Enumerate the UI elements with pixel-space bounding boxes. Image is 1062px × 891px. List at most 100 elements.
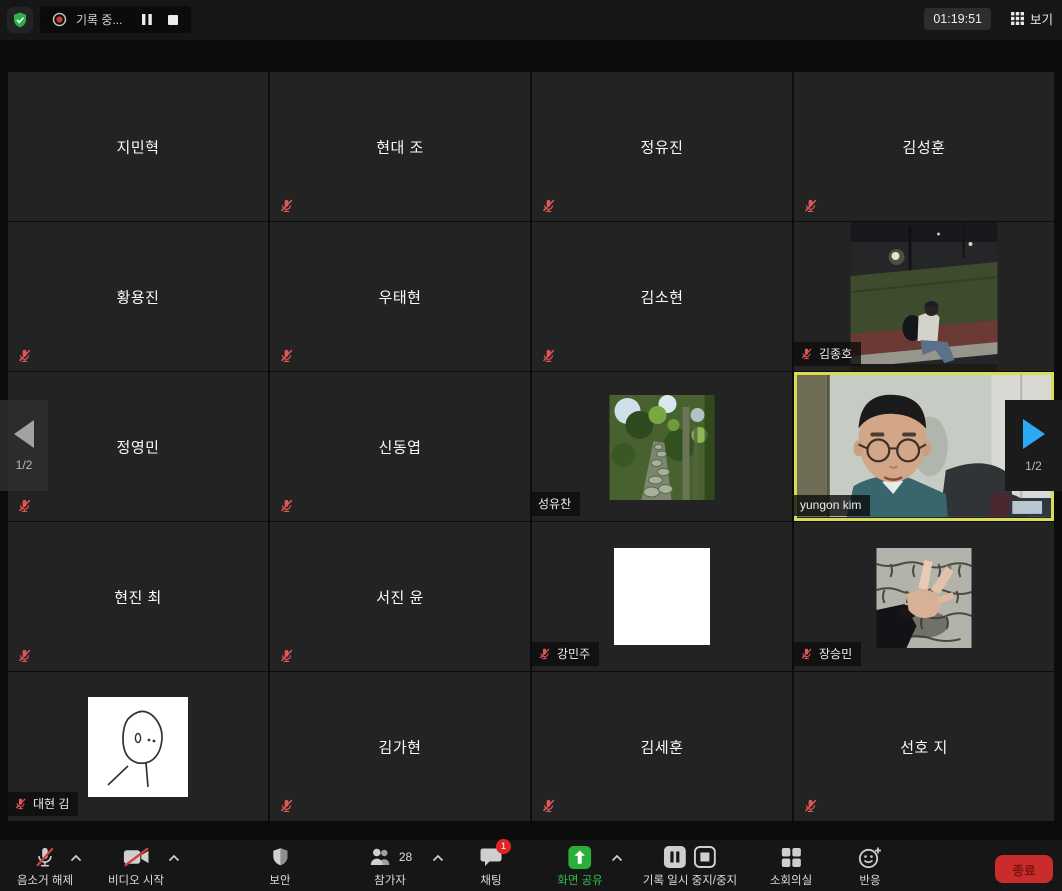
stop-recording-icon: [694, 846, 716, 868]
muted-mic-icon: [279, 198, 294, 213]
participants-count: 28: [399, 850, 412, 864]
participant-name: 강민주: [557, 645, 590, 662]
participant-name: 성유찬: [538, 495, 571, 512]
chat-unread-badge: 1: [496, 839, 511, 854]
meeting-timer: 01:19:51: [924, 8, 991, 30]
meeting-info-button[interactable]: [7, 7, 33, 33]
participant-tile[interactable]: 김성훈: [794, 72, 1054, 221]
participant-name: 신동엽: [270, 436, 530, 457]
end-meeting-button[interactable]: 종료: [995, 855, 1053, 883]
participant-name: 서진 윤: [270, 586, 530, 607]
muted-mic-icon: [800, 647, 813, 660]
muted-mic-icon: [803, 798, 818, 813]
recording-status-label: 기록 중...: [76, 11, 122, 28]
unmute-button[interactable]: 음소거 해제: [17, 845, 73, 888]
participant-name: 우태현: [270, 286, 530, 307]
record-icon: [52, 12, 67, 27]
next-page-button[interactable]: 1/2: [1005, 400, 1062, 491]
muted-mic-icon: [541, 198, 556, 213]
share-screen-icon: [568, 846, 591, 869]
chat-button[interactable]: 1 채팅: [480, 845, 502, 888]
participant-tile[interactable]: 김가현: [270, 672, 530, 821]
participant-tile[interactable]: 성유찬: [532, 372, 792, 521]
video-options-chevron-icon[interactable]: [168, 854, 180, 862]
participant-name: 현진 최: [8, 586, 268, 607]
participant-name: 선호 지: [794, 736, 1054, 757]
participant-tile[interactable]: 황용진: [8, 222, 268, 371]
participant-tile[interactable]: 대현 김: [8, 672, 268, 821]
participant-tile[interactable]: 지민혁: [8, 72, 268, 221]
participant-tile[interactable]: 신동엽: [270, 372, 530, 521]
recording-indicator: 기록 중...: [40, 6, 191, 33]
participant-name: 김종호: [819, 345, 852, 362]
participant-tile[interactable]: 현진 최: [8, 522, 268, 671]
participant-video: [851, 222, 998, 371]
security-button[interactable]: 보안: [269, 845, 290, 888]
participant-tile[interactable]: 김소현: [532, 222, 792, 371]
breakout-rooms-label: 소회의실: [770, 872, 812, 888]
top-bar: 기록 중... 01:19:51 보기: [0, 0, 1062, 40]
muted-mic-icon: [279, 798, 294, 813]
prev-page-button[interactable]: 1/2: [0, 400, 48, 491]
participants-button[interactable]: 28 참가자: [368, 845, 412, 888]
reactions-smiley-icon: [858, 846, 882, 869]
reactions-button[interactable]: 반응: [858, 845, 882, 888]
security-label: 보안: [269, 872, 290, 888]
participant-grid: 지민혁 현대 조 정유진 김성훈 황용진 우태현 김소현: [8, 72, 1054, 821]
zoom-meeting-window: 기록 중... 01:19:51 보기: [0, 0, 1062, 891]
unmute-label: 음소거 해제: [17, 872, 73, 888]
muted-mic-icon: [538, 647, 551, 660]
participant-tile[interactable]: 김세훈: [532, 672, 792, 821]
recording-control-button[interactable]: 기록 일시 중지/중지: [643, 845, 737, 888]
participant-name: 김성훈: [794, 136, 1054, 157]
participant-tile[interactable]: 우태현: [270, 222, 530, 371]
participant-tile[interactable]: 장승민: [794, 522, 1054, 671]
breakout-rooms-icon: [780, 847, 801, 868]
share-options-chevron-icon[interactable]: [611, 854, 623, 862]
muted-mic-icon: [17, 648, 32, 663]
participants-icon: [368, 847, 394, 867]
participant-tile[interactable]: 정유진: [532, 72, 792, 221]
start-video-button[interactable]: 비디오 시작: [108, 845, 164, 888]
mic-options-chevron-icon[interactable]: [70, 854, 82, 862]
view-button-label: 보기: [1030, 9, 1053, 28]
shield-icon: [270, 846, 290, 868]
meeting-toolbar: 음소거 해제 비디오 시작: [0, 840, 1062, 891]
participant-tile[interactable]: 현대 조: [270, 72, 530, 221]
pause-recording-icon: [664, 846, 686, 868]
participant-name: 지민혁: [8, 136, 268, 157]
participant-name: 정유진: [532, 136, 792, 157]
camera-off-icon: [122, 847, 149, 867]
pause-recording-icon[interactable]: [141, 13, 153, 26]
participant-video: [877, 548, 972, 648]
breakout-rooms-button[interactable]: 소회의실: [770, 845, 812, 888]
muted-mic-icon: [17, 498, 32, 513]
muted-mic-icon: [17, 348, 32, 363]
reactions-label: 반응: [859, 872, 880, 888]
participant-name: 김소현: [532, 286, 792, 307]
participant-video: [610, 395, 715, 500]
grid-view-icon: [1011, 12, 1024, 25]
participant-name: 장승민: [819, 645, 852, 662]
muted-mic-icon: [803, 198, 818, 213]
start-video-label: 비디오 시작: [108, 872, 164, 888]
participant-tile[interactable]: 선호 지: [794, 672, 1054, 821]
muted-mic-icon: [800, 347, 813, 360]
recording-control-label: 기록 일시 중지/중지: [643, 872, 737, 888]
participants-options-chevron-icon[interactable]: [432, 854, 444, 862]
mic-off-icon: [34, 845, 56, 869]
view-button[interactable]: 보기: [1011, 9, 1053, 28]
participant-tile[interactable]: 김종호: [794, 222, 1054, 371]
participant-video: [88, 697, 188, 797]
participant-name: 대현 김: [33, 795, 69, 812]
participant-tile[interactable]: 서진 윤: [270, 522, 530, 671]
participant-tile[interactable]: 강민주: [532, 522, 792, 671]
stop-recording-icon[interactable]: [167, 14, 179, 26]
participant-name: 김세훈: [532, 736, 792, 757]
participants-label: 참가자: [374, 872, 406, 888]
muted-mic-icon: [279, 348, 294, 363]
muted-mic-icon: [279, 648, 294, 663]
participant-name: 김가현: [270, 736, 530, 757]
share-screen-button[interactable]: 화면 공유: [557, 845, 603, 888]
participant-name: yungon kim: [800, 498, 861, 512]
